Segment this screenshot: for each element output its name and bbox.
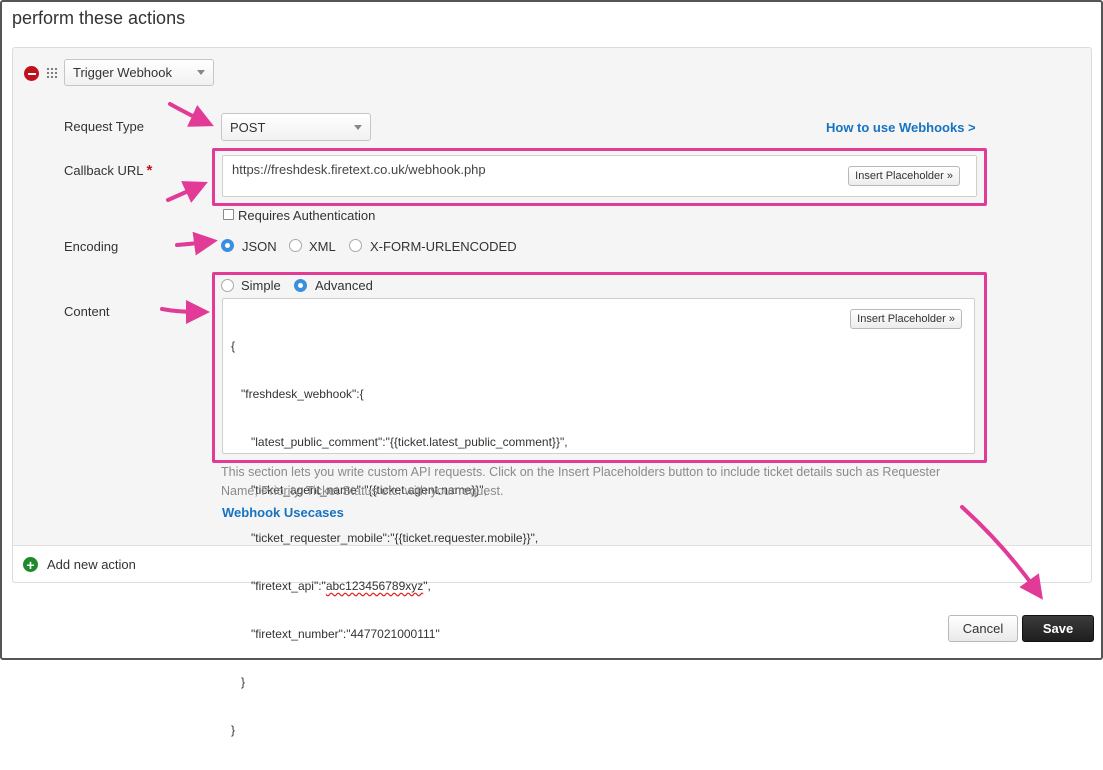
annotation-arrows (160, 102, 1043, 600)
code-line: } (231, 723, 236, 737)
arrow-request-type (168, 102, 214, 127)
arrow-callback-url (166, 181, 208, 203)
arrow-content (160, 299, 210, 324)
arrow-encoding (175, 231, 218, 256)
code-line: } (231, 675, 246, 689)
arrow-save (960, 505, 1043, 600)
